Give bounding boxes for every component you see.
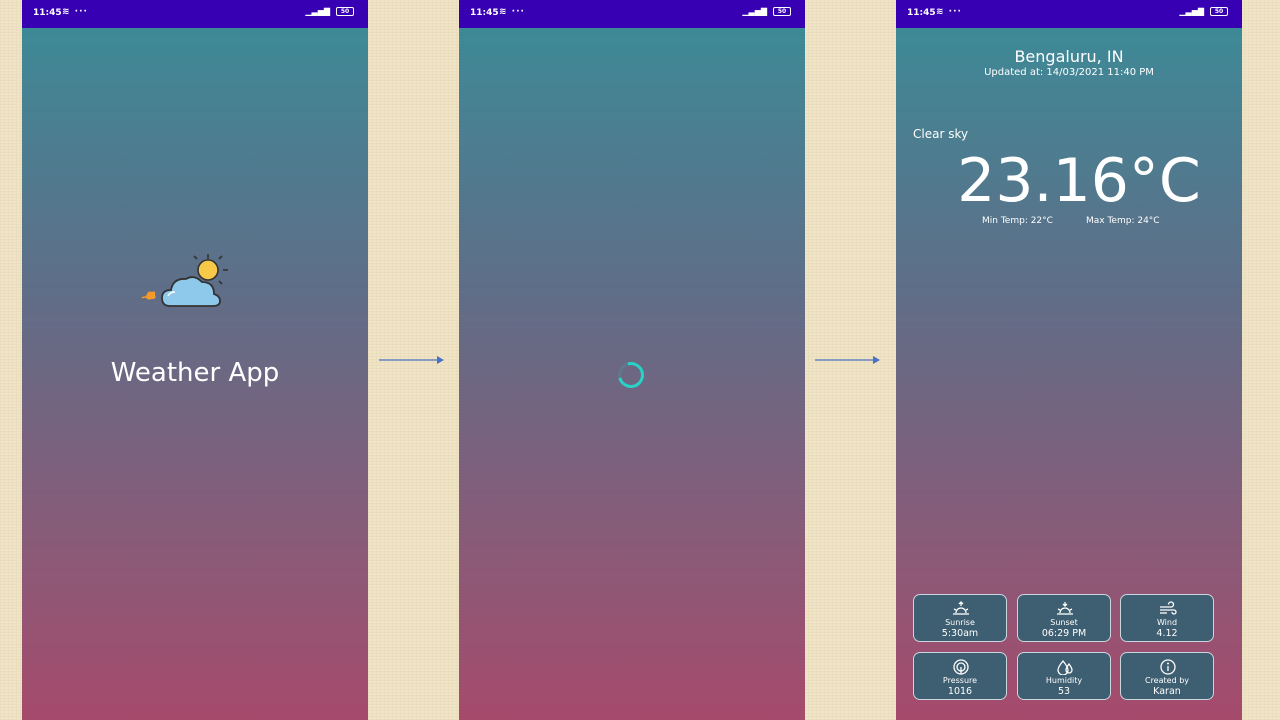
battery-icon: 50 — [1210, 7, 1228, 16]
wifi-icon: ≋ ··· — [936, 7, 962, 17]
card-label: Created by — [1144, 676, 1189, 685]
max-temperature: Max Temp: 24°C — [1086, 216, 1160, 226]
wind-icon — [1160, 601, 1177, 615]
location-title: Bengaluru, IN — [1014, 47, 1124, 66]
weather-logo-icon — [141, 254, 228, 307]
min-temperature: Min Temp: 22°C — [982, 216, 1053, 226]
card-label: Pressure — [942, 676, 978, 685]
card-value: 53 — [1057, 686, 1071, 697]
info-icon — [1160, 659, 1176, 675]
loading-spinner — [613, 357, 649, 393]
card-label: Wind — [1156, 618, 1178, 627]
status-bar: 11:45 ≋ ··· ▁▃▅▇ 50 — [459, 0, 805, 28]
status-time: 11:45 — [33, 8, 62, 18]
card-value: 4.12 — [1156, 628, 1178, 639]
status-time: 11:45 — [907, 8, 936, 18]
info-card[interactable]: Created by Karan — [1120, 652, 1214, 700]
flow-arrow-icon — [379, 356, 444, 364]
wifi-icon: ≋ ··· — [499, 7, 525, 17]
card-value: 5:30am — [941, 628, 979, 639]
sunset-card: Sunset 06:29 PM — [1017, 594, 1111, 642]
battery-icon: 50 — [773, 7, 791, 16]
pressure-card: Pressure 1016 — [913, 652, 1007, 700]
card-value: Karan — [1153, 686, 1181, 697]
signal-icon: ▁▃▅▇ — [305, 7, 330, 16]
sunrise-icon — [953, 601, 969, 615]
weather-screen: 11:45 ≋ ··· ▁▃▅▇ 50 Bengaluru, IN Update… — [896, 0, 1242, 720]
weather-description: Clear sky — [913, 127, 969, 141]
card-label: Sunrise — [945, 618, 975, 627]
signal-icon: ▁▃▅▇ — [1179, 7, 1204, 16]
loading-screen: 11:45 ≋ ··· ▁▃▅▇ 50 — [459, 0, 805, 720]
card-value: 1016 — [947, 686, 973, 697]
status-bar: 11:45 ≋ ··· ▁▃▅▇ 50 — [896, 0, 1242, 28]
pressure-icon — [953, 659, 969, 675]
wind-card: Wind 4.12 — [1120, 594, 1214, 642]
card-label: Humidity — [1045, 676, 1083, 685]
wifi-icon: ≋ ··· — [62, 7, 88, 17]
card-value: 06:29 PM — [1041, 628, 1087, 639]
battery-icon: 50 — [336, 7, 354, 16]
humidity-card: Humidity 53 — [1017, 652, 1111, 700]
sunrise-card: Sunrise 5:30am — [913, 594, 1007, 642]
updated-time: Updated at: 14/03/2021 11:40 PM — [984, 67, 1154, 78]
humidity-icon — [1057, 659, 1073, 675]
flow-arrow-icon — [815, 356, 880, 364]
current-temperature: 23.16°C — [957, 146, 1201, 216]
sunset-icon — [1057, 602, 1073, 615]
status-time: 11:45 — [470, 8, 499, 18]
splash-screen: 11:45 ≋ ··· ▁▃▅▇ 50 Weather App — [22, 0, 368, 720]
status-bar: 11:45 ≋ ··· ▁▃▅▇ 50 — [22, 0, 368, 28]
app-title: Weather App — [110, 358, 280, 388]
card-label: Sunset — [1050, 618, 1078, 627]
signal-icon: ▁▃▅▇ — [742, 7, 767, 16]
